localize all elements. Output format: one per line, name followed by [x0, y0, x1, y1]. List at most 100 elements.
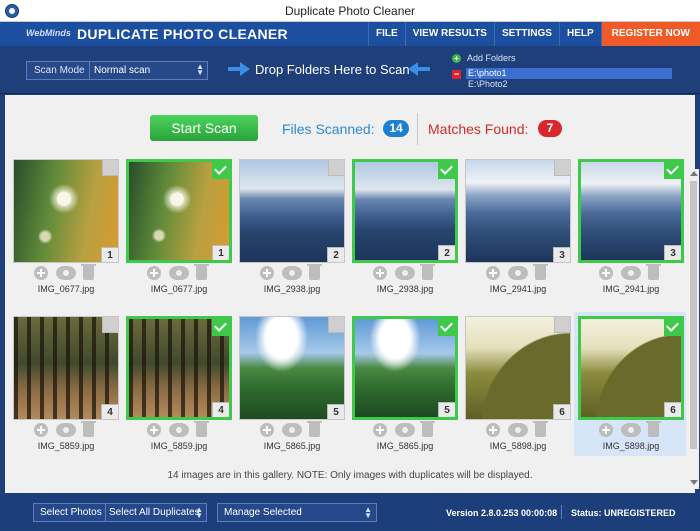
scan-mode-label: Scan Mode	[34, 65, 85, 76]
add-icon[interactable]	[34, 266, 48, 280]
add-icon[interactable]	[34, 423, 48, 437]
manage-selected-label: Manage Selected	[224, 507, 302, 518]
photo-tile[interactable]: 3 IMG_2941.jpg	[463, 157, 571, 297]
updown-arrow-icon: ▲ ▼	[196, 62, 204, 77]
trash-icon[interactable]	[420, 264, 435, 280]
add-icon[interactable]	[373, 266, 387, 280]
trash-icon[interactable]	[307, 264, 322, 280]
trash-icon[interactable]	[533, 421, 548, 437]
checkmark-icon[interactable]	[664, 319, 681, 336]
add-icon[interactable]	[147, 423, 161, 437]
select-checkbox[interactable]	[328, 160, 344, 176]
photo-thumbnail[interactable]: 3	[578, 159, 684, 263]
add-icon[interactable]	[486, 266, 500, 280]
menu-view-results[interactable]: VIEW RESULTS	[404, 22, 494, 46]
eye-icon[interactable]	[282, 423, 302, 437]
photo-thumbnail[interactable]: 3	[465, 159, 571, 263]
photo-thumbnail[interactable]: 2	[352, 159, 458, 263]
photo-thumbnail[interactable]: 1	[126, 159, 232, 263]
photo-tile[interactable]: 5 IMG_5865.jpg	[237, 314, 345, 454]
eye-icon[interactable]	[56, 423, 76, 437]
scan-mode-dropdown[interactable]: Scan Mode Normal scan ▲ ▼	[26, 61, 208, 80]
add-icon[interactable]: +	[452, 54, 461, 63]
photo-tile[interactable]: 3 IMG_2941.jpg	[576, 157, 684, 297]
menu-settings[interactable]: SETTINGS	[493, 22, 559, 46]
photo-tile[interactable]: 1 IMG_0677.jpg	[11, 157, 119, 297]
trash-icon[interactable]	[194, 264, 209, 280]
photo-thumbnail[interactable]: 2	[239, 159, 345, 263]
photo-tile[interactable]: 4 IMG_5859.jpg	[124, 314, 232, 454]
checkmark-icon[interactable]	[438, 319, 455, 336]
photo-filename: IMG_5859.jpg	[150, 441, 208, 451]
group-number: 5	[438, 402, 455, 417]
folder-item[interactable]: E:\Photo2	[466, 79, 508, 90]
divider	[417, 113, 418, 145]
eye-icon[interactable]	[56, 266, 76, 280]
photo-tile[interactable]: 6 IMG_5898.jpg	[574, 312, 686, 456]
add-icon[interactable]	[260, 266, 274, 280]
add-icon[interactable]	[260, 423, 274, 437]
eye-icon[interactable]	[508, 423, 528, 437]
checkmark-icon[interactable]	[664, 162, 681, 179]
photo-thumbnail[interactable]: 4	[126, 316, 232, 420]
eye-icon[interactable]	[395, 423, 415, 437]
photo-thumbnail[interactable]: 5	[352, 316, 458, 420]
select-checkbox[interactable]	[554, 160, 570, 176]
eye-icon[interactable]	[395, 266, 415, 280]
photo-tile[interactable]: 2 IMG_2938.jpg	[350, 157, 458, 297]
scroll-up-icon[interactable]	[690, 171, 698, 176]
photo-tile[interactable]: 2 IMG_2938.jpg	[237, 157, 345, 297]
trash-icon[interactable]	[533, 264, 548, 280]
menu-help[interactable]: HELP	[558, 22, 601, 46]
photo-thumbnail[interactable]: 5	[239, 316, 345, 420]
trash-icon[interactable]	[646, 421, 661, 437]
add-icon[interactable]	[599, 423, 613, 437]
eye-icon[interactable]	[282, 266, 302, 280]
start-scan-button[interactable]: Start Scan	[150, 115, 258, 141]
photo-tile[interactable]: 4 IMG_5859.jpg	[11, 314, 119, 454]
trash-icon[interactable]	[194, 421, 209, 437]
register-now-button[interactable]: REGISTER NOW	[600, 22, 700, 46]
select-checkbox[interactable]	[328, 317, 344, 333]
folder-item[interactable]: E:\photo1	[466, 68, 672, 79]
photo-tile[interactable]: 6 IMG_5898.jpg	[463, 314, 571, 454]
checkmark-icon[interactable]	[212, 319, 229, 336]
trash-icon[interactable]	[81, 421, 96, 437]
photo-thumbnail[interactable]: 4	[13, 316, 119, 420]
trash-icon[interactable]	[307, 421, 322, 437]
matches-found-count: 7	[538, 120, 562, 137]
photo-thumbnail[interactable]: 1	[13, 159, 119, 263]
add-icon[interactable]	[147, 266, 161, 280]
trash-icon[interactable]	[81, 264, 96, 280]
eye-icon[interactable]	[508, 266, 528, 280]
select-checkbox[interactable]	[554, 317, 570, 333]
select-photos-dropdown[interactable]: Select Photos Select All Duplicates ▲ ▼	[33, 503, 207, 522]
photo-tile[interactable]: 5 IMG_5865.jpg	[350, 314, 458, 454]
photo-thumbnail[interactable]: 6	[578, 316, 684, 420]
remove-icon[interactable]: −	[452, 70, 461, 79]
vertical-scrollbar[interactable]	[688, 169, 699, 489]
scroll-thumb[interactable]	[690, 181, 697, 449]
title-bar: Duplicate Photo Cleaner	[0, 0, 700, 22]
scan-mode-select[interactable]: Normal scan ▲ ▼	[89, 62, 208, 79]
manage-selected-dropdown[interactable]: Manage Selected ▲ ▼	[217, 503, 377, 522]
eye-icon[interactable]	[169, 423, 189, 437]
photo-thumbnail[interactable]: 6	[465, 316, 571, 420]
select-checkbox[interactable]	[102, 160, 118, 176]
checkmark-icon[interactable]	[212, 162, 229, 179]
add-icon[interactable]	[373, 423, 387, 437]
drop-folders-zone[interactable]: Drop Folders Here to Scan	[255, 62, 410, 77]
add-folders-label[interactable]: Add Folders	[467, 53, 516, 63]
eye-icon[interactable]	[169, 266, 189, 280]
trash-icon[interactable]	[420, 421, 435, 437]
photo-tile[interactable]: 1 IMG_0677.jpg	[124, 157, 232, 297]
checkmark-icon[interactable]	[438, 162, 455, 179]
select-checkbox[interactable]	[102, 317, 118, 333]
eye-icon[interactable]	[621, 423, 641, 437]
trash-icon[interactable]	[646, 264, 661, 280]
eye-icon[interactable]	[621, 266, 641, 280]
add-icon[interactable]	[486, 423, 500, 437]
menu-file[interactable]: FILE	[368, 22, 405, 46]
select-photos-value[interactable]: Select All Duplicates ▲ ▼	[105, 504, 207, 521]
add-icon[interactable]	[599, 266, 613, 280]
